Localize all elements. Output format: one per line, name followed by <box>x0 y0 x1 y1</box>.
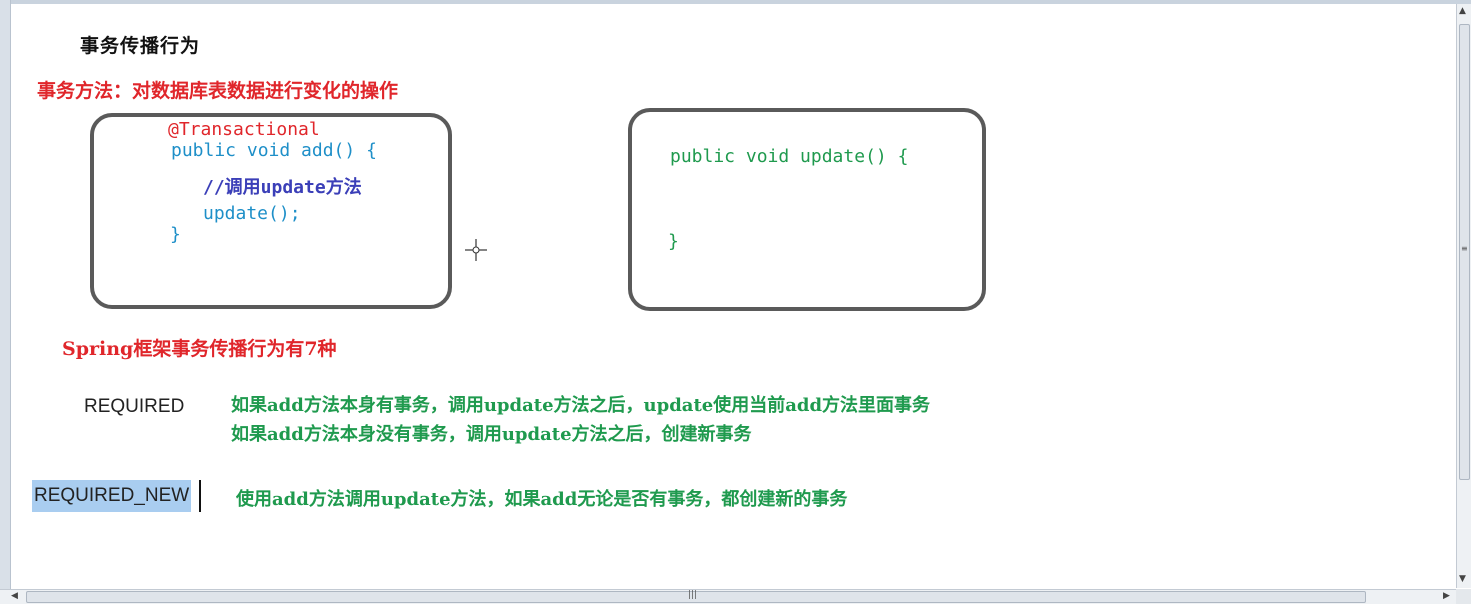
required-new-description: 使用add方法调用update方法，如果add无论是否有事务，都创建新的事务 <box>236 489 848 510</box>
update-method-box <box>628 108 986 311</box>
required-description-line-2: 如果add方法本身没有事务，调用update方法之后，创建新事务 <box>231 424 752 445</box>
scrollbar-corner <box>1456 589 1471 604</box>
add-method-close-brace: } <box>170 224 181 245</box>
propagation-heading: Spring框架事务传播行为有7种 <box>62 338 337 360</box>
arrow-right-icon[interactable]: ▶ <box>1443 591 1450 601</box>
slide-subtitle: 事务方法：对数据库表数据进行变化的操作 <box>37 80 399 102</box>
vertical-grip-icon: ≡ <box>1461 244 1468 253</box>
slide-title: 事务传播行为 <box>80 35 201 57</box>
arrow-down-icon[interactable]: ▼ <box>1459 574 1466 584</box>
required-new-label[interactable]: REQUIRED_NEW <box>32 480 192 512</box>
text-caret <box>199 480 201 512</box>
horizontal-grip-icon: ||| <box>688 590 698 600</box>
update-call: update(); <box>203 203 301 224</box>
update-method-signature: public void update() { <box>670 146 909 167</box>
transactional-annotation: @Transactional <box>168 119 320 140</box>
arrow-up-icon[interactable]: ▲ <box>1459 6 1466 16</box>
window-left-border <box>0 0 11 590</box>
add-method-signature: public void add() { <box>171 140 377 161</box>
required-label: REQUIRED <box>84 396 185 417</box>
crosshair-cursor-icon <box>465 239 487 261</box>
add-method-comment: //调用update方法 <box>203 177 362 198</box>
required-description-line-1: 如果add方法本身有事务，调用update方法之后，update使用当前add方… <box>231 395 931 416</box>
update-method-close-brace: } <box>668 231 679 252</box>
arrow-left-icon[interactable]: ◀ <box>11 591 18 601</box>
